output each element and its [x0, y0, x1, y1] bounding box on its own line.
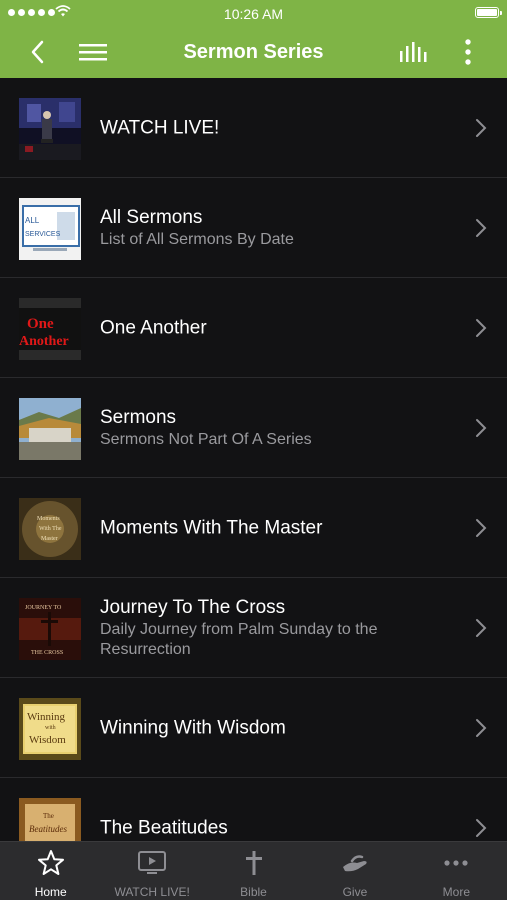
- tab-label: Home: [34, 885, 67, 899]
- list-item[interactable]: Winning with Wisdom Winning With Wisdom: [0, 678, 507, 778]
- list-item-text: One Another: [100, 316, 457, 339]
- tab-label: WATCH LIVE!: [114, 885, 190, 899]
- list-item[interactable]: One Another One Another: [0, 278, 507, 378]
- tab-bar: Home WATCH LIVE! Bible Give More: [0, 841, 507, 900]
- tab-home[interactable]: Home: [0, 842, 101, 900]
- sermons-thumbnail: [19, 398, 81, 460]
- list-item-title: One Another: [100, 317, 207, 338]
- thumb-text: SERVICES: [25, 231, 61, 238]
- list-item-text: WATCH LIVE!: [100, 116, 457, 139]
- list-item-subtitle: Daily Journey from Palm Sunday to the Re…: [100, 620, 378, 658]
- thumb-text: Wisdom: [29, 734, 66, 746]
- tab-give[interactable]: Give: [304, 842, 405, 900]
- tab-label: Give: [342, 885, 368, 899]
- cross-icon: [245, 851, 262, 875]
- chevron-right-icon: [476, 418, 487, 437]
- list-item[interactable]: The Beatitudes The Beatitudes: [0, 778, 507, 841]
- list-item-text: Winning With Wisdom: [100, 716, 457, 739]
- sermon-series-list: WATCH LIVE! ALL SERVICES All Sermons Lis…: [0, 78, 507, 841]
- more-dots-icon: [444, 860, 468, 866]
- list-item[interactable]: ALL SERVICES All Sermons List of All Ser…: [0, 178, 507, 278]
- status-bar: 10:26 AM: [0, 0, 507, 26]
- winning-with-wisdom-thumbnail: Winning with Wisdom: [19, 698, 81, 760]
- chevron-right-icon: [476, 318, 487, 337]
- tab-label: More: [442, 885, 470, 899]
- thumb-text: One: [27, 316, 54, 332]
- list-item[interactable]: JOURNEY TO THE CROSS Journey To The Cros…: [0, 578, 507, 678]
- list-item[interactable]: Sermons Sermons Not Part Of A Series: [0, 378, 507, 478]
- thumb-text: The: [43, 812, 54, 820]
- tab-more[interactable]: More: [406, 842, 507, 900]
- chevron-right-icon: [476, 818, 487, 837]
- watch-live-thumbnail: [19, 98, 81, 160]
- list-item[interactable]: WATCH LIVE!: [0, 78, 507, 178]
- all-sermons-thumbnail: ALL SERVICES: [19, 198, 81, 260]
- tv-play-icon: [138, 851, 167, 874]
- thumb-text: Another: [19, 334, 69, 349]
- chevron-right-icon: [476, 218, 487, 237]
- list-item-text: All Sermons List of All Sermons By Date: [100, 206, 457, 250]
- give-hand-icon: [342, 855, 367, 872]
- tab-bible[interactable]: Bible: [203, 842, 304, 900]
- star-icon: [37, 850, 64, 875]
- one-another-thumbnail: One Another: [19, 298, 81, 360]
- chevron-right-icon: [476, 518, 487, 537]
- thumb-text: Master: [41, 536, 58, 542]
- list-item-title: WATCH LIVE!: [100, 117, 220, 138]
- list-item-text: Journey To The Cross Daily Journey from …: [100, 596, 457, 660]
- chevron-right-icon: [476, 718, 487, 737]
- list-item-subtitle: List of All Sermons By Date: [100, 230, 294, 248]
- audio-button[interactable]: [396, 36, 432, 68]
- list-item-title: The Beatitudes: [100, 817, 228, 838]
- chevron-right-icon: [476, 618, 487, 637]
- thumb-text: JOURNEY TO: [25, 605, 62, 611]
- list-item-text: The Beatitudes: [100, 816, 457, 839]
- thumb-text: ALL: [25, 216, 40, 225]
- journey-to-the-cross-thumbnail: JOURNEY TO THE CROSS: [19, 598, 81, 660]
- moments-with-the-master-thumbnail: Moments With The Master: [19, 498, 81, 560]
- list-item-title: Sermons: [100, 406, 177, 428]
- list-item[interactable]: Moments With The Master Moments With The…: [0, 478, 507, 578]
- list-item-title: All Sermons: [100, 206, 203, 228]
- thumb-text: Beatitudes: [29, 824, 67, 834]
- list-item-text: Sermons Sermons Not Part Of A Series: [100, 406, 457, 450]
- thumb-text: THE CROSS: [31, 650, 63, 656]
- the-beatitudes-thumbnail: The Beatitudes: [19, 798, 81, 841]
- chevron-right-icon: [476, 118, 487, 137]
- thumb-text: Winning: [27, 711, 66, 723]
- battery-icon: [475, 7, 502, 18]
- list-item-title: Moments With The Master: [100, 517, 323, 538]
- thumb-text: With The: [39, 526, 62, 532]
- tab-watch-live[interactable]: WATCH LIVE!: [101, 842, 202, 900]
- audio-bars-icon: [400, 42, 427, 62]
- thumb-text: with: [45, 725, 56, 731]
- thumb-text: Moments: [37, 516, 60, 522]
- more-options-button[interactable]: [450, 36, 486, 68]
- list-item-text: Moments With The Master: [100, 516, 457, 539]
- list-item-title: Winning With Wisdom: [100, 717, 286, 738]
- vertical-dots-icon: [465, 39, 471, 65]
- list-item-title: Journey To The Cross: [100, 596, 286, 618]
- tab-label: Bible: [240, 885, 267, 899]
- status-time: 10:26 AM: [223, 6, 284, 22]
- header: 10:26 AM Sermon Series: [0, 0, 507, 78]
- list-item-subtitle: Sermons Not Part Of A Series: [100, 430, 312, 448]
- navigation-bar: Sermon Series: [0, 26, 507, 78]
